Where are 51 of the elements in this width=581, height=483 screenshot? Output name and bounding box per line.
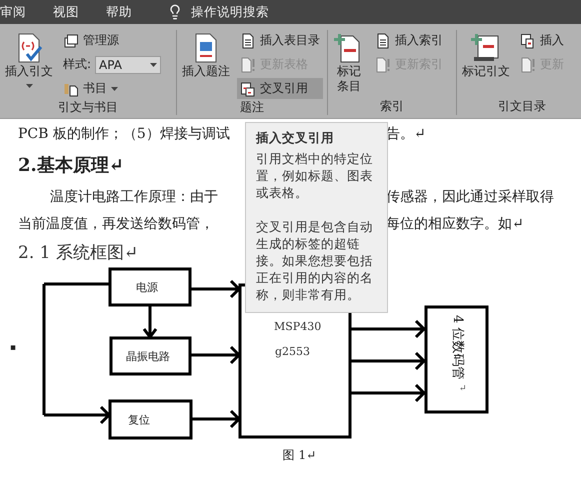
reset-block: 复位 [108,400,193,440]
caret-icon [150,62,158,66]
arrow [190,280,242,298]
body-text: 当前温度值，再发送给数码管， [18,215,215,233]
menu-tab[interactable]: 审阅 [0,4,39,20]
arrow [190,346,242,364]
menu-tab[interactable]: 视图 [53,4,92,20]
body-text: 告。↵ [386,125,427,143]
menu-tab[interactable]: 帮助 [106,4,145,20]
style-dropdown[interactable]: APA [95,56,162,74]
document-exclamation-icon [375,56,391,72]
oscillator-block: 晶振电路 [110,336,192,376]
figure-caption: 图 1↵ [282,447,318,464]
large-ribbon-button[interactable]: 插入题注 [179,30,233,99]
subsection-heading: 2. 1 系统框图↵ [18,242,138,264]
body-text: 每位的相应数字。如↵ [386,215,525,233]
group-label: 索引 [380,98,404,115]
large-ribbon-button[interactable]: 标记 条目 [330,30,368,98]
document-icon [375,32,391,48]
ribbon-button[interactable]: 交叉引用 [237,78,323,99]
arrow [44,406,112,424]
ribbon-button[interactable]: 书目 [60,78,164,99]
caret-icon [111,86,118,90]
arrow [191,410,242,428]
display-block: 4 位数码管 ↵ [424,306,489,414]
tooltip-text: 引用文档中的特定位置，例如标题、图表或表格。 [256,150,374,201]
section-heading: 2.基本原理↵ [18,154,124,178]
group-label: 引文目录 [498,98,546,115]
body-text: PCB 板的制作；（5）焊接与调试 [18,125,231,143]
search-tell-me[interactable]: 操作说明搜索 [191,4,269,20]
documents-icon [63,32,79,48]
cross-reference-icon [240,80,256,96]
large-ribbon-button[interactable]: 插入引文 [2,30,56,99]
document-icon [240,32,256,48]
large-ribbon-button[interactable]: 标记引文 [459,30,513,98]
document-exclamation-icon [520,56,536,72]
document-exclamation-icon [240,56,256,72]
body-text: 传感器，因此通过采样取得 [386,188,555,206]
ribbon-button[interactable]: 插入表目录 [237,30,323,51]
ribbon-button[interactable]: 插入 [517,30,567,51]
document-stack-icon [520,32,536,48]
arrow [142,305,158,340]
body-text: 温度计电路工作原理：由于 [49,188,219,206]
ribbon-button[interactable]: 插入索引 [372,30,446,51]
group-label: 题注 [240,99,264,116]
tooltip-title: 插入交叉引用 [256,129,335,146]
group-label: 引文与书目 [58,99,118,116]
power-block: 电源 [108,268,192,306]
anchor-mark: ▪ [10,344,16,353]
style-label: 样式: [63,56,92,73]
ribbon-button[interactable]: 管理源 [60,30,164,51]
